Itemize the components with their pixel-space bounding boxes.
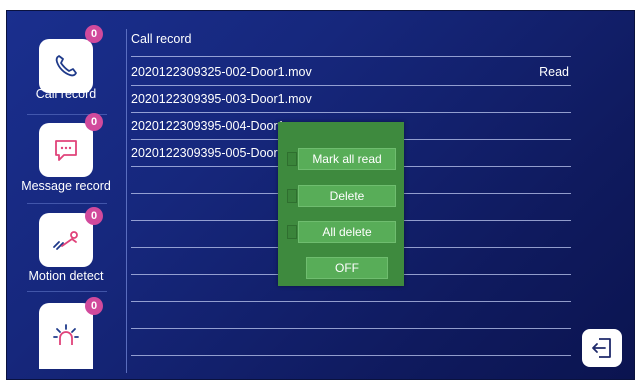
sidebar-item-alarm[interactable]: 0 — [7, 297, 125, 379]
read-status: Read — [539, 65, 569, 79]
unread-badge: 0 — [85, 113, 103, 131]
sidebar-item-label: Message record — [21, 179, 111, 193]
sidebar-item-call-record[interactable]: 0 Call record — [7, 25, 125, 115]
sidebar-item-label: Call record — [35, 87, 97, 101]
sidebar-item-motion-detect[interactable]: 0 Motion detect — [7, 207, 125, 297]
unread-badge: 0 — [85, 207, 103, 225]
message-icon — [39, 123, 93, 177]
option-checkbox[interactable] — [287, 152, 297, 166]
list-title: Call record — [131, 32, 192, 46]
delete-button[interactable]: Delete — [298, 185, 396, 207]
sidebar-border — [126, 29, 127, 373]
phone-icon — [39, 39, 93, 93]
exit-button[interactable] — [582, 329, 622, 367]
intercom-screen: 0 Call record 0 Message record 0 Motion … — [6, 10, 635, 380]
sidebar-item-message-record[interactable]: 0 Message record — [7, 113, 125, 207]
list-item[interactable]: 2020122309395-003-Door1.mov — [131, 85, 571, 113]
exit-icon — [592, 338, 611, 358]
all-delete-button[interactable]: All delete — [298, 221, 396, 243]
mark-all-read-button[interactable]: Mark all read — [298, 148, 396, 170]
sidebar: 0 Call record 0 Message record 0 Motion … — [7, 11, 125, 379]
options-popup: Mark all read Delete All delete OFF — [278, 122, 404, 286]
sidebar-divider — [27, 291, 107, 292]
motion-icon — [39, 213, 93, 267]
unread-badge: 0 — [85, 297, 103, 315]
divider — [131, 56, 571, 57]
list-item[interactable]: 2020122309325-002-Door1.mov Read — [131, 58, 571, 86]
file-name: 2020122309325-002-Door1.mov — [131, 65, 312, 79]
list-item[interactable] — [131, 301, 571, 329]
option-checkbox[interactable] — [287, 225, 297, 239]
option-checkbox[interactable] — [287, 189, 297, 203]
file-name: 2020122309395-003-Door1.mov — [131, 92, 312, 106]
sidebar-divider — [27, 203, 107, 204]
list-item[interactable] — [131, 328, 571, 356]
alarm-icon — [39, 303, 93, 369]
sidebar-item-label: Motion detect — [28, 269, 104, 283]
off-button[interactable]: OFF — [306, 257, 388, 279]
unread-badge: 0 — [85, 25, 103, 43]
